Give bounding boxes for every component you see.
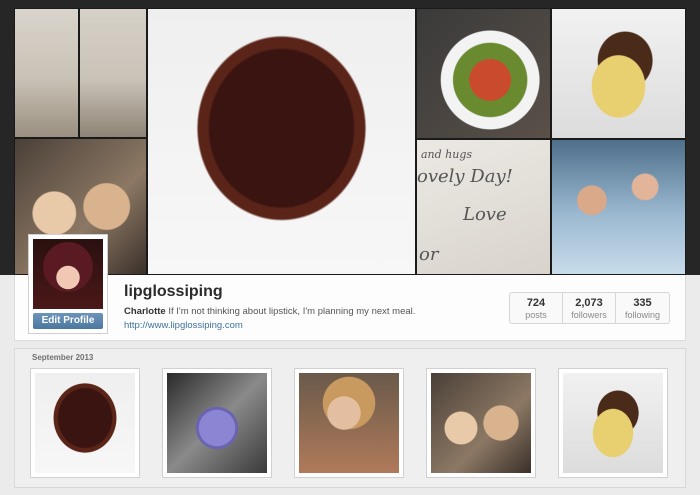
photo-icon bbox=[299, 373, 399, 473]
cover-photo-school-uniform-1[interactable] bbox=[14, 8, 79, 138]
cover-photo-pasta[interactable] bbox=[551, 8, 686, 139]
photo-icon bbox=[167, 373, 267, 473]
stat-posts[interactable]: 724 posts bbox=[510, 293, 563, 323]
card-text-line: or bbox=[419, 244, 439, 265]
card-text-line: and hugs bbox=[421, 148, 473, 161]
profile-display-name: Charlotte bbox=[124, 306, 166, 317]
feed-thumbnail-selfie[interactable] bbox=[426, 368, 536, 478]
card-text-line: Love bbox=[463, 204, 507, 225]
profile-website-link[interactable]: http://www.lipglossiping.com bbox=[124, 320, 243, 331]
cover-photo-cupcake[interactable] bbox=[147, 8, 416, 275]
stat-following[interactable]: 335 following bbox=[616, 293, 669, 323]
stat-label: posts bbox=[525, 310, 547, 320]
feed-thumbnail-cupcake[interactable] bbox=[30, 368, 140, 478]
photo-icon bbox=[35, 373, 135, 473]
profile-bio-text: If I'm not thinking about lipstick, I'm … bbox=[168, 306, 416, 317]
edit-profile-button[interactable]: Edit Profile bbox=[33, 313, 103, 329]
avatar[interactable] bbox=[33, 239, 103, 309]
card-text-line: ovely Day! bbox=[417, 166, 513, 187]
stat-label: following bbox=[624, 310, 661, 320]
profile-stats: 724 posts 2,073 followers 335 following bbox=[509, 292, 670, 324]
stat-label: followers bbox=[571, 310, 607, 320]
stat-count: 724 bbox=[526, 297, 546, 309]
cover-photo-pool[interactable] bbox=[551, 139, 686, 275]
profile-bio: Charlotte If I'm not thinking about lips… bbox=[124, 306, 415, 317]
profile-username: lipglossiping bbox=[124, 283, 223, 300]
feed-thumbnail-girl-portrait[interactable] bbox=[294, 368, 404, 478]
feed-thumbnail-pasta[interactable] bbox=[558, 368, 668, 478]
cover-photo-salad[interactable] bbox=[416, 8, 551, 139]
stat-count: 335 bbox=[633, 297, 652, 309]
feed-thumbnail-purple-macaron-tin[interactable] bbox=[162, 368, 272, 478]
avatar-card: Edit Profile bbox=[28, 234, 108, 334]
month-header: September 2013 bbox=[32, 353, 94, 362]
photo-icon bbox=[563, 373, 663, 473]
cover-photo-school-uniform-2[interactable] bbox=[79, 8, 147, 138]
stat-count: 2,073 bbox=[575, 297, 603, 309]
photo-icon bbox=[431, 373, 531, 473]
cover-photo-card[interactable]: and hugs ovely Day! Love or bbox=[416, 139, 551, 275]
stat-followers[interactable]: 2,073 followers bbox=[563, 293, 616, 323]
